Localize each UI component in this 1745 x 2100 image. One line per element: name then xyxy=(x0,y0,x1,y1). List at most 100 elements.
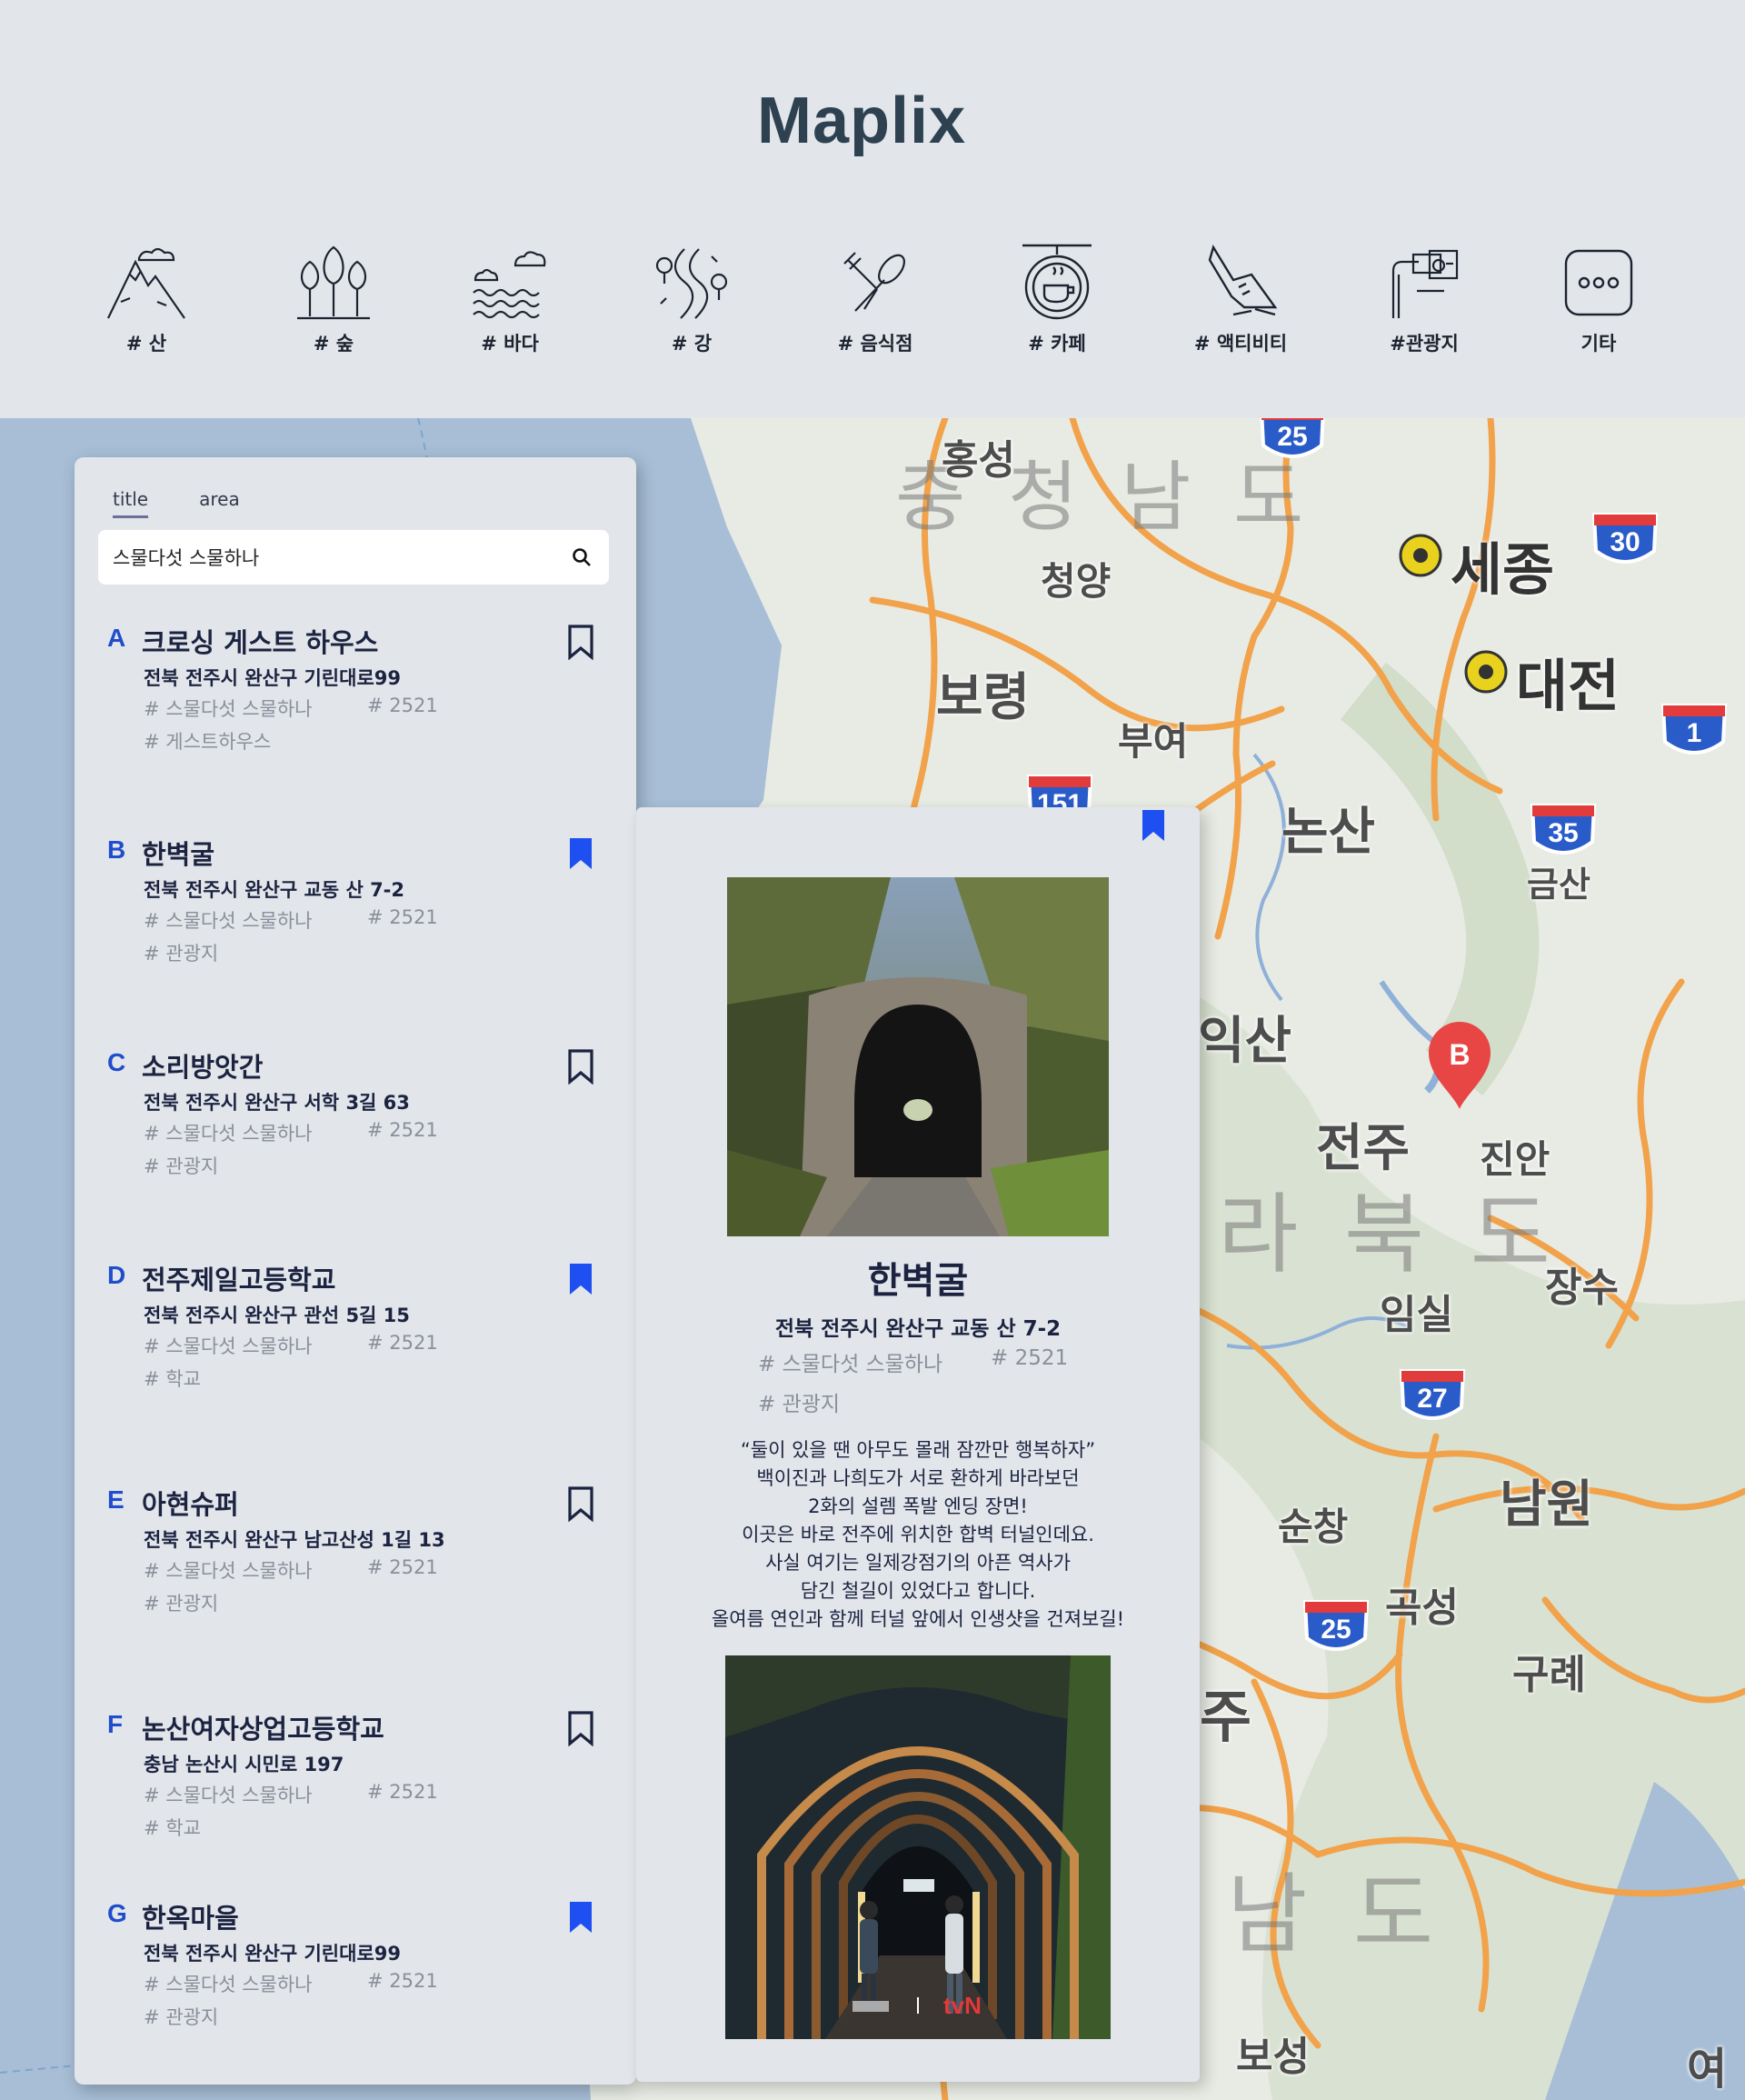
description-line: 이곳은 바로 전주에 위치한 합벽 터널인데요. xyxy=(742,1524,1094,1545)
map-marker-b[interactable]: B xyxy=(1425,1020,1494,1111)
category-river[interactable]: # 강 xyxy=(633,238,751,356)
forest-icon xyxy=(297,245,370,320)
place-detail-panel: 한벽굴 전북 전주시 완산구 교동 산 7-2 # 스물다섯 스물하나 # 25… xyxy=(636,807,1200,2082)
category-restaurant[interactable]: # 음식점 xyxy=(816,238,934,356)
category-more[interactable]: 기타 xyxy=(1540,238,1658,356)
route-shield: 1 xyxy=(1660,696,1729,762)
result-address: 전북 전주시 완산구 서학 3길 63 xyxy=(144,1092,410,1114)
category-label: # 바다 xyxy=(481,333,539,355)
result-name[interactable]: 소리방앗간 xyxy=(142,1046,263,1085)
category-label: # 액티비티 xyxy=(1193,333,1288,355)
result-name[interactable]: 아현슈퍼 xyxy=(142,1484,239,1522)
bookmark-filled-icon[interactable] xyxy=(565,1899,596,1935)
mountain-icon xyxy=(107,247,185,319)
result-tag: # 스물다섯 스물하나 xyxy=(144,1974,313,1995)
tab-title[interactable]: title xyxy=(113,488,149,518)
result-tag: # 스물다섯 스물하나 xyxy=(144,698,313,720)
result-tag: # 스물다섯 스물하나 xyxy=(144,1123,313,1145)
result-letter: E xyxy=(107,1485,125,1514)
description-line: “둘이 있을 땐 아무도 몰래 잠깐만 행복하자” xyxy=(740,1439,1096,1461)
drama-still-photo: tvN xyxy=(725,1655,1111,2039)
result-address: 전북 전주시 완산구 관선 5길 15 xyxy=(144,1305,410,1326)
map-label: 장수 xyxy=(1545,1265,1619,1311)
place-description: “둘이 있을 땐 아무도 몰래 잠깐만 행복하자” 백이진과 나희도가 서로 환… xyxy=(636,1436,1200,1634)
result-tag: # 2521 xyxy=(367,1332,438,1354)
result-letter: F xyxy=(107,1710,124,1738)
more-icon xyxy=(1564,249,1633,316)
category-mountain[interactable]: # 산 xyxy=(87,238,205,356)
bookmark-filled-icon[interactable] xyxy=(1138,807,1169,844)
route-number: 1 xyxy=(1686,718,1702,748)
description-line: 백이진과 나희도가 서로 환하게 바라보던 xyxy=(756,1467,1080,1489)
result-tag: # 학교 xyxy=(144,1817,201,1839)
category-sea[interactable]: # 바다 xyxy=(451,238,569,356)
map-label: 논산 xyxy=(1281,803,1376,862)
category-tourist-spot[interactable]: #관광지 xyxy=(1365,238,1483,356)
route-shield: 35 xyxy=(1529,796,1598,862)
category-forest[interactable]: # 숲 xyxy=(274,238,393,356)
bookmark-icon[interactable] xyxy=(565,1048,596,1085)
result-item[interactable]: E 아현슈퍼 전북 전주시 완산구 남고산성 1길 13 # 스물다섯 스물하나… xyxy=(75,1485,636,1667)
result-tag: # 2521 xyxy=(367,906,438,928)
result-tag: # 게스트하우스 xyxy=(144,731,272,753)
result-address: 전북 전주시 완산구 기린대로99 xyxy=(144,1943,401,1965)
place-tag: # 스물다섯 스물하나 xyxy=(758,1353,943,1376)
route-number: 25 xyxy=(1277,422,1308,452)
route-shield: 30 xyxy=(1590,505,1660,571)
result-address: 전북 전주시 완산구 남고산성 1길 13 xyxy=(144,1529,445,1551)
result-item[interactable]: C 소리방앗간 전북 전주시 완산구 서학 3길 63 # 스물다섯 스물하나 … xyxy=(75,1048,636,1230)
bookmark-filled-icon[interactable] xyxy=(565,835,596,872)
map-label: 보성 xyxy=(1236,2034,1310,2080)
result-address: 충남 논산시 시민로 197 xyxy=(144,1754,344,1775)
result-name[interactable]: 한옥마을 xyxy=(142,1897,239,1935)
map-label: 임실 xyxy=(1380,1292,1453,1338)
search-input[interactable] xyxy=(113,530,549,585)
result-tag: # 2521 xyxy=(367,695,438,716)
result-tag: # 관광지 xyxy=(144,943,219,965)
result-item[interactable]: D 전주제일고등학교 전북 전주시 완산구 관선 5길 15 # 스물다섯 스물… xyxy=(75,1261,636,1443)
place-address: 전북 전주시 완산구 교동 산 7-2 xyxy=(774,1317,1062,1341)
map-label: 남 도 xyxy=(1227,1864,1443,1965)
category-cafe[interactable]: # 카페 xyxy=(998,238,1116,356)
map-label: 남원 xyxy=(1500,1475,1594,1535)
category-label: #관광지 xyxy=(1390,333,1459,355)
result-item[interactable]: A 크로싱 게스트 하우스 전북 전주시 완산구 기린대로99 # 스물다섯 스… xyxy=(75,624,636,805)
result-tag: # 스물다섯 스물하나 xyxy=(144,1785,313,1806)
result-address: 전북 전주시 완산구 기린대로99 xyxy=(144,667,401,689)
map-label: 곡성 xyxy=(1385,1585,1459,1631)
route-number: 25 xyxy=(1321,1615,1351,1645)
result-name[interactable]: 한벽굴 xyxy=(142,834,214,872)
tab-area[interactable]: area xyxy=(199,488,240,518)
result-item[interactable]: B 한벽굴 전북 전주시 완산구 교동 산 7-2 # 스물다섯 스물하나 # … xyxy=(75,835,636,1017)
route-shield: 25 xyxy=(1258,418,1327,465)
map-label: 익산 xyxy=(1198,1012,1292,1071)
bookmark-filled-icon[interactable] xyxy=(565,1261,596,1297)
search-tabs: title area xyxy=(113,488,240,518)
result-tag: # 스물다섯 스물하나 xyxy=(144,1335,313,1357)
route-shield: 25 xyxy=(1301,1593,1371,1658)
search-icon[interactable] xyxy=(571,546,593,568)
result-item[interactable]: F 논산여자상업고등학교 충남 논산시 시민로 197 # 스물다섯 스물하나 … xyxy=(75,1710,636,1892)
bookmark-icon[interactable] xyxy=(565,1485,596,1522)
bookmark-icon[interactable] xyxy=(565,1710,596,1746)
category-label: # 숲 xyxy=(313,333,354,355)
result-letter: G xyxy=(107,1899,127,1927)
bookmark-icon[interactable] xyxy=(565,624,596,660)
result-tag: # 2521 xyxy=(367,1119,438,1141)
map-label: 세종 xyxy=(1451,536,1555,603)
app-title: Maplix xyxy=(756,85,967,157)
city-dot xyxy=(1398,533,1443,578)
result-name[interactable]: 전주제일고등학교 xyxy=(142,1259,335,1297)
category-activity[interactable]: # 액티비티 xyxy=(1182,238,1300,356)
description-line: 2화의 설렘 폭발 엔딩 장면! xyxy=(808,1495,1028,1517)
header: Maplix # 산 # 숲 # 바다 # 강 # 음식점 # 카페 # 액티비… xyxy=(0,0,1745,418)
restaurant-icon xyxy=(843,252,905,312)
description-line: 담긴 철길이 있었다고 합니다. xyxy=(800,1580,1036,1602)
result-letter: B xyxy=(107,835,126,864)
map-label: 여 xyxy=(1687,2044,1728,2095)
result-name[interactable]: 논산여자상업고등학교 xyxy=(142,1708,384,1746)
result-item[interactable]: G 한옥마을 전북 전주시 완산구 기린대로99 # 스물다섯 스물하나 # 2… xyxy=(75,1899,636,2081)
result-name[interactable]: 크로싱 게스트 하우스 xyxy=(142,622,378,660)
result-tag: # 스물다섯 스물하나 xyxy=(144,910,313,932)
place-tag: # 관광지 xyxy=(758,1393,841,1416)
